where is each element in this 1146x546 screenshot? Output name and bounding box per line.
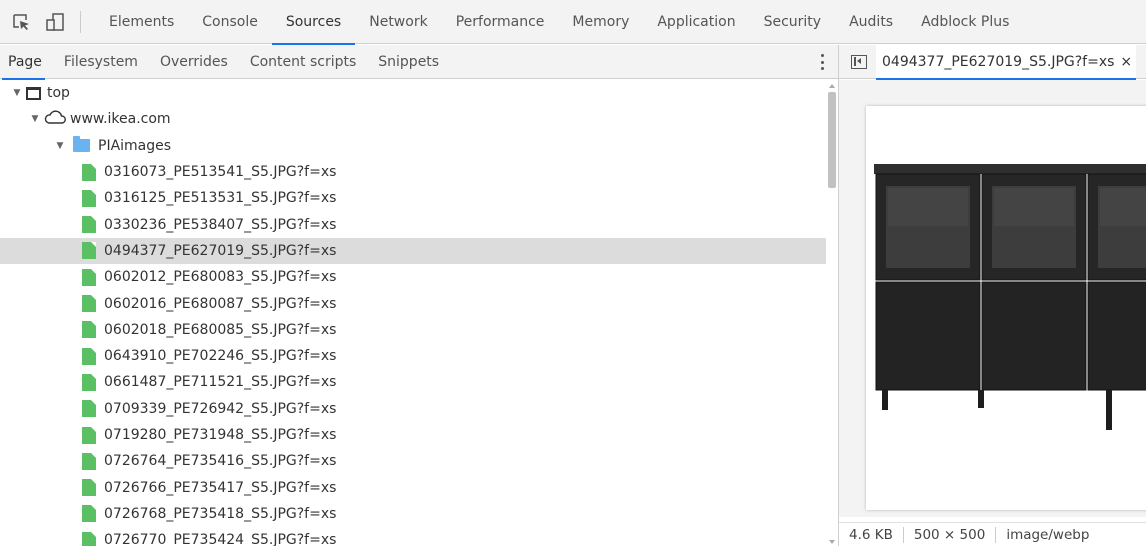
file-icon [82,242,96,260]
file-icon [82,426,96,444]
tree-node-label: www.ikea.com [70,111,171,128]
tab-sources[interactable]: Sources [271,0,356,45]
file-icon [82,163,96,181]
tab-security[interactable]: Security [750,0,836,44]
main-tabs: Elements Console Sources Network Performance… [95,0,1023,45]
devtools-tab-bar: Elements Console Sources Network Performance… [0,0,1146,45]
file-icon [82,400,96,418]
tab-memory[interactable]: Memory [558,0,643,44]
file-item[interactable]: 0316125_PE513531_S5.JPG?f=xs [0,185,826,211]
file-item[interactable]: 0316073_PE513541_S5.JPG?f=xs [0,159,826,185]
file-name: 0719280_PE731948_S5.JPG?f=xs [104,427,337,443]
image-preview-area [839,80,1146,517]
file-name: 0726764_PE735416_S5.JPG?f=xs [104,453,337,470]
tab-network[interactable]: Network [355,0,441,44]
file-item[interactable]: 0602018_PE680085_S5.JPG?f=xs [0,317,826,343]
file-list: 0316073_PE513541_S5.JPG?f=xs 0316125_PE51… [0,159,826,546]
file-name: 0316125_PE513531_S5.JPG?f=xs [104,190,337,207]
file-icon [82,531,96,546]
tab-console[interactable]: Console [188,0,272,44]
navigator-tab-snippets[interactable]: Snippets [367,45,450,79]
editor-file-tab[interactable]: 0494377_PE627019_S5.JPG?f=xs × [876,44,1137,80]
image-preview [866,106,1146,510]
navigator-tab-page[interactable]: Page [0,45,53,80]
expand-arrow-icon[interactable]: ▼ [55,141,65,151]
file-name: 0726768_PE735418_S5.JPG?f=xs [104,505,337,522]
folder-icon [73,136,90,153]
file-icon [82,268,96,286]
navigator-tabs: Page Filesystem Overrides Content scripts Sn… [0,45,450,80]
file-item[interactable]: 0709339_PE726942_S5.JPG?f=xs [0,396,826,422]
scroll-thumb[interactable] [828,92,836,188]
tree-node-folder[interactable]: ▼ PIAimages [0,133,826,159]
file-name: 0494377_PE627019_S5.JPG?f=xs [104,242,337,259]
image-info-bar: 4.6 KB 500 × 500 image/webp [839,522,1146,546]
file-icon [82,347,96,365]
navigator-tab-overrides[interactable]: Overrides [149,45,239,79]
tab-performance[interactable]: Performance [442,0,559,44]
file-icon [82,452,96,470]
frame-icon [26,86,41,100]
file-name: 0602018_PE680085_S5.JPG?f=xs [104,321,337,338]
inspect-element-icon[interactable] [10,11,32,33]
file-item[interactable]: 0330236_PE538407_S5.JPG?f=xs [0,211,826,237]
file-icon [82,479,96,497]
file-name: 0330236_PE538407_S5.JPG?f=xs [104,216,337,233]
tab-audits[interactable]: Audits [835,0,907,44]
tab-elements[interactable]: Elements [95,0,188,44]
file-name: 0726766_PE735417_S5.JPG?f=xs [104,479,337,496]
tab-adblock-plus[interactable]: Adblock Plus [907,0,1023,44]
scroll-down-icon[interactable] [829,540,835,544]
file-icon [82,505,96,523]
file-name: 0726770_PE735424_S5.JPG?f=xs [104,532,337,546]
file-item[interactable]: 0602012_PE680083_S5.JPG?f=xs [0,264,826,290]
scroll-up-icon[interactable] [829,84,835,88]
file-navigator-tree: ▼ top ▼ www.ikea.com ▼ PIAimages 0316073… [0,80,826,546]
file-name: 0709339_PE726942_S5.JPG?f=xs [104,400,337,417]
editor-file-tab-title: 0494377_PE627019_S5.JPG?f=xs [882,53,1115,70]
file-icon [82,295,96,313]
file-icon [82,373,96,391]
tree-node-label: top [47,85,70,102]
file-name: 0643910_PE702246_S5.JPG?f=xs [104,348,337,365]
image-mime-type: image/webp [1006,526,1090,543]
device-toolbar-icon[interactable] [44,11,66,33]
tree-node-domain[interactable]: ▼ www.ikea.com [0,106,826,132]
image-file-size: 4.6 KB [849,526,893,543]
file-item[interactable]: 0602016_PE680087_S5.JPG?f=xs [0,290,826,316]
navigator-tab-bar: Page Filesystem Overrides Content scripts Sn… [0,45,838,80]
file-name: 0602012_PE680083_S5.JPG?f=xs [104,269,337,286]
file-name: 0602016_PE680087_S5.JPG?f=xs [104,295,337,312]
expand-arrow-icon[interactable]: ▼ [12,88,22,98]
file-item[interactable]: 0643910_PE702246_S5.JPG?f=xs [0,343,826,369]
tab-application[interactable]: Application [643,0,749,44]
file-icon [82,216,96,234]
file-item[interactable]: 0726766_PE735417_S5.JPG?f=xs [0,474,826,500]
furniture-image [874,164,1146,430]
file-item[interactable]: 0719280_PE731948_S5.JPG?f=xs [0,422,826,448]
file-item[interactable]: 0726764_PE735416_S5.JPG?f=xs [0,448,826,474]
toggle-navigator-icon[interactable] [851,54,867,69]
file-name: 0316073_PE513541_S5.JPG?f=xs [104,164,337,181]
navigator-tab-filesystem[interactable]: Filesystem [53,45,149,79]
tree-scrollbar[interactable] [826,80,838,546]
file-name: 0661487_PE711521_S5.JPG?f=xs [104,374,337,391]
file-item[interactable]: 0494377_PE627019_S5.JPG?f=xs [0,237,826,265]
kebab-menu-icon[interactable] [818,52,826,72]
file-item[interactable]: 0661487_PE711521_S5.JPG?f=xs [0,369,826,395]
toolbar-divider [80,10,81,33]
expand-arrow-icon[interactable]: ▼ [30,114,40,124]
image-dimensions: 500 × 500 [913,526,986,543]
file-item[interactable]: 0726770_PE735424_S5.JPG?f=xs [0,527,826,546]
file-icon [82,189,96,207]
navigator-tab-content-scripts[interactable]: Content scripts [239,45,367,79]
tree-node-label: PIAimages [98,137,172,154]
file-icon [82,321,96,339]
file-item[interactable]: 0726768_PE735418_S5.JPG?f=xs [0,501,826,527]
editor-tab-bar: 0494377_PE627019_S5.JPG?f=xs × [839,44,1146,80]
close-icon[interactable]: × [1120,54,1132,70]
tree-node-top[interactable]: ▼ top [0,80,826,106]
cloud-icon [44,110,66,128]
